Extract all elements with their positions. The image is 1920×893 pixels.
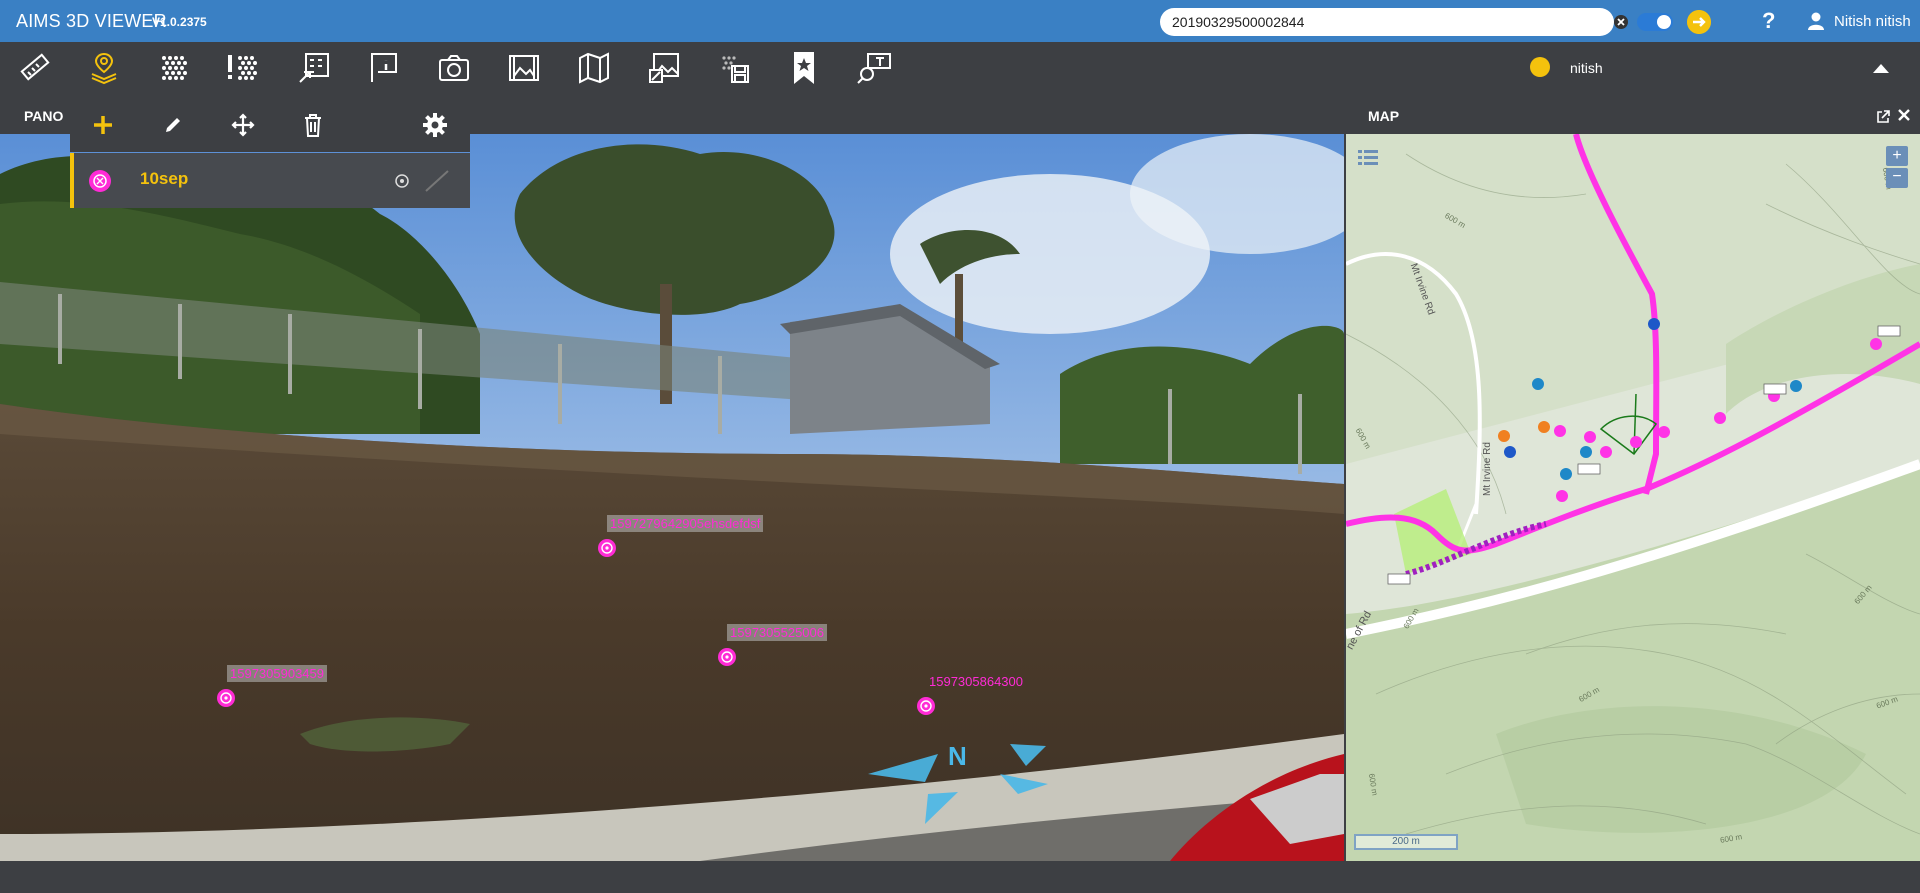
marker-pin-icon[interactable] bbox=[717, 647, 737, 667]
panorama-view[interactable]: N 1597279642905ehsdefdsf 1597305525006 1… bbox=[0, 134, 1344, 861]
search-go-icon[interactable] bbox=[1687, 10, 1711, 34]
map-icon[interactable] bbox=[576, 50, 612, 86]
marker-label: 1597305525006 bbox=[727, 624, 827, 641]
move-icon[interactable] bbox=[228, 110, 258, 140]
scale-bar: 200 m bbox=[1354, 834, 1458, 850]
layer-marker-icon bbox=[89, 170, 111, 192]
alert-grid-icon[interactable] bbox=[226, 50, 262, 86]
info-flag-icon[interactable] bbox=[366, 50, 402, 86]
search-sign-icon[interactable] bbox=[856, 50, 892, 86]
panorama-image bbox=[0, 134, 1344, 861]
save-grid-icon[interactable] bbox=[716, 50, 752, 86]
target-icon[interactable] bbox=[394, 173, 410, 189]
compass-north-label: N bbox=[948, 741, 967, 771]
search-mode-toggle[interactable] bbox=[1637, 13, 1673, 31]
delete-icon[interactable] bbox=[298, 110, 328, 140]
marker-pin-icon[interactable] bbox=[597, 538, 617, 558]
zoom-in-button[interactable]: + bbox=[1886, 146, 1908, 166]
layer-panel: 10sep bbox=[70, 98, 470, 208]
user-name[interactable]: Nitish nitish bbox=[1834, 13, 1911, 30]
line-tool-icon[interactable] bbox=[424, 169, 450, 193]
toolbar bbox=[0, 42, 1920, 96]
map-title: MAP bbox=[1368, 108, 1400, 124]
marker-pin-icon[interactable] bbox=[216, 688, 236, 708]
image-export-icon[interactable] bbox=[646, 50, 682, 86]
marker-label: 1597279642905ehsdefdsf bbox=[607, 515, 764, 532]
status-user-name: nitish bbox=[1570, 60, 1603, 76]
search-value[interactable]: 20190329500002844 bbox=[1172, 14, 1304, 30]
user-icon[interactable] bbox=[1806, 11, 1826, 31]
zoom-out-button[interactable]: − bbox=[1886, 168, 1908, 188]
pano-title: PANO bbox=[24, 108, 64, 124]
popout-icon[interactable] bbox=[1876, 110, 1890, 124]
settings-icon[interactable] bbox=[420, 110, 450, 140]
edit-icon[interactable] bbox=[158, 110, 188, 140]
road-label: Mt Irvine Rd bbox=[1482, 442, 1493, 496]
map-layers-icon[interactable] bbox=[1356, 146, 1380, 170]
collapse-icon[interactable] bbox=[1872, 62, 1890, 74]
bottom-bar bbox=[0, 861, 1920, 893]
ruler-icon[interactable] bbox=[16, 50, 52, 86]
layers-pin-icon[interactable] bbox=[86, 50, 122, 86]
marker-label: 1597305903459 bbox=[227, 665, 327, 682]
help-icon[interactable]: ? bbox=[1762, 8, 1775, 34]
search-input[interactable]: 20190329500002844 bbox=[1160, 8, 1711, 36]
map-view[interactable]: Mt Irvine Rd Mt Irvine Rd ne of Rd 600 m… bbox=[1346, 134, 1920, 861]
marker-label: 1597305864300 bbox=[929, 674, 1023, 689]
layer-list-item[interactable]: 10sep bbox=[70, 153, 470, 208]
frame-image-icon[interactable] bbox=[506, 50, 542, 86]
clear-icon[interactable] bbox=[1613, 14, 1629, 30]
marker-pin-icon[interactable] bbox=[916, 696, 936, 716]
top-bar: AIMS 3D VIEWER V1.0.2375 201903295000028… bbox=[0, 0, 1920, 42]
status-indicator bbox=[1530, 57, 1550, 77]
app-title: AIMS 3D VIEWER bbox=[16, 11, 167, 31]
camera-icon[interactable] bbox=[436, 50, 472, 86]
bookmark-star-icon[interactable] bbox=[786, 50, 822, 86]
add-icon[interactable] bbox=[88, 110, 118, 140]
grid-dots-icon[interactable] bbox=[156, 50, 192, 86]
grid-select-icon[interactable] bbox=[296, 50, 332, 86]
map-panel-header: MAP bbox=[1344, 96, 1920, 134]
map-canvas bbox=[1346, 134, 1920, 861]
layer-name: 10sep bbox=[140, 169, 189, 188]
layer-actions-bar bbox=[70, 98, 470, 152]
app-version: V1.0.2375 bbox=[152, 15, 207, 29]
close-icon[interactable] bbox=[1898, 109, 1910, 121]
